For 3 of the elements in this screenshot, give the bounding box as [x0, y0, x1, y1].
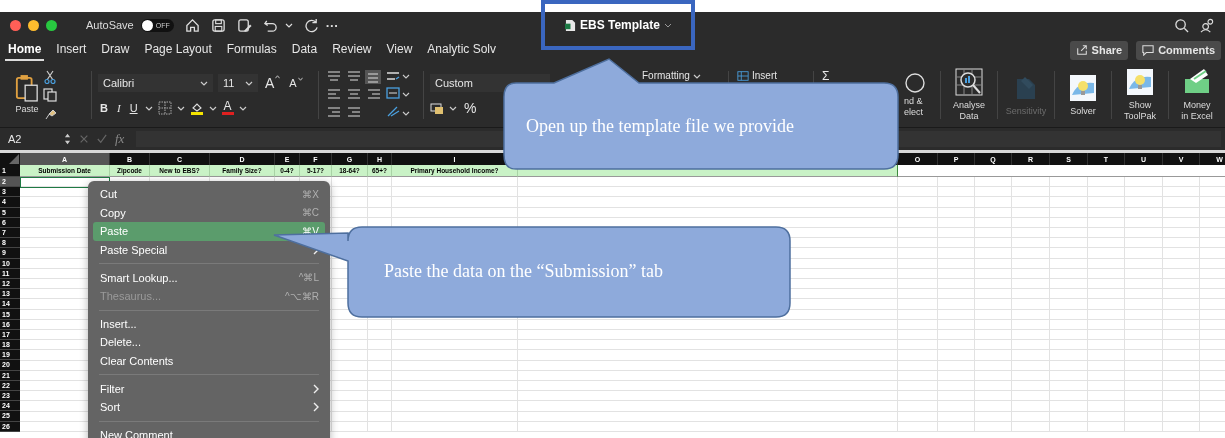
- callout-text: Paste the data on the “Submission” tab: [384, 261, 663, 282]
- autosave-label: AutoSave: [86, 19, 134, 31]
- callout-text: Open up the template file we provide: [526, 116, 794, 137]
